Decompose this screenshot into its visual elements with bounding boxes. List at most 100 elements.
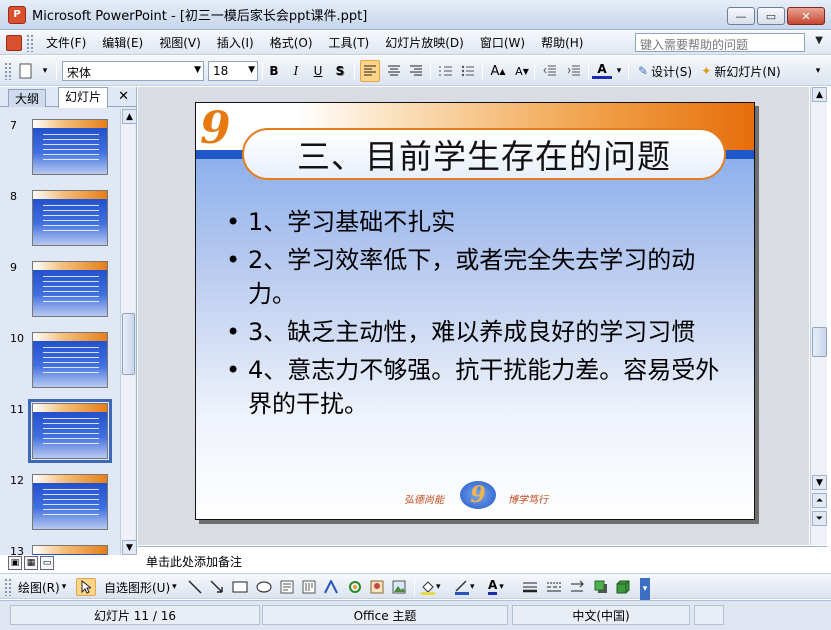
slide-thumbnail-row[interactable]: 7 (0, 117, 120, 177)
scrollbar-thumb[interactable] (122, 313, 135, 375)
insert-picture-icon[interactable] (392, 580, 406, 594)
chevron-down-icon[interactable]: ▾ (614, 60, 624, 82)
autoshapes-menu-button[interactable]: 自选图形(U) ▾ (104, 578, 177, 596)
slide-sorter-view-icon[interactable]: ▦ (24, 556, 38, 570)
bullet-list-icon[interactable] (458, 60, 478, 82)
increase-font-size-icon[interactable]: A ▲ (488, 60, 508, 82)
font-size-select[interactable]: 18 ▼ (208, 61, 258, 81)
textbox-tool-icon[interactable] (280, 580, 294, 594)
toolbar-options-icon[interactable]: ▾ (812, 60, 824, 82)
close-icon[interactable]: ✕ (118, 89, 129, 104)
document-icon[interactable] (6, 34, 22, 51)
slideshow-view-icon[interactable]: ▭ (40, 556, 54, 570)
scroll-down-icon[interactable]: ▼ (122, 540, 137, 555)
powerpoint-app-icon[interactable]: P (8, 5, 26, 24)
new-document-icon[interactable] (16, 60, 36, 82)
menu-format[interactable]: 格式(O) (262, 34, 321, 51)
menu-file[interactable]: 文件(F) (38, 34, 94, 51)
chevron-down-icon: ▼ (194, 65, 201, 75)
thumbnail-scrollbar[interactable]: ▲ ▼ (120, 109, 137, 555)
tab-outline[interactable]: 大纲 (8, 89, 47, 107)
font-name-select[interactable]: 宋体 ▼ (62, 61, 204, 81)
slide-thumbnail-row[interactable]: 13 (0, 543, 120, 555)
line-tool-icon[interactable] (188, 580, 202, 594)
slide-thumbnail[interactable] (32, 545, 108, 555)
notes-pane[interactable]: 单击此处添加备注 (138, 546, 827, 572)
help-search-input[interactable]: 键入需要帮助的问题 (635, 33, 805, 52)
shadow-style-icon[interactable] (594, 580, 608, 594)
new-slide-button[interactable]: ✦ 新幻灯片(N) (698, 60, 784, 82)
toolbar-grip[interactable] (4, 578, 12, 596)
oval-tool-icon[interactable] (256, 580, 272, 594)
line-style-icon[interactable] (522, 580, 538, 594)
rectangle-tool-icon[interactable] (232, 580, 248, 594)
diagram-icon[interactable] (348, 580, 362, 594)
scroll-up-icon[interactable]: ▲ (122, 109, 137, 124)
vertical-textbox-icon[interactable] (302, 580, 316, 594)
toolbar-grip[interactable] (26, 33, 34, 52)
numbered-list-icon[interactable] (436, 60, 456, 82)
clipart-icon[interactable] (370, 580, 384, 594)
slide-thumbnail[interactable] (32, 332, 108, 388)
minimize-button[interactable]: — (727, 7, 755, 25)
slide-thumbnail-row[interactable]: 9 (0, 259, 120, 319)
menu-window[interactable]: 窗口(W) (472, 34, 533, 51)
dash-style-icon[interactable] (546, 580, 562, 594)
select-pointer-icon[interactable] (76, 578, 96, 596)
close-button[interactable]: ✕ (787, 7, 825, 25)
normal-view-icon[interactable]: ▣ (8, 556, 22, 570)
bold-button[interactable]: B (264, 60, 284, 82)
text-color-icon[interactable]: A ▾ (488, 578, 504, 596)
italic-button[interactable]: I (286, 60, 306, 82)
draw-menu-button[interactable]: 绘图(R) ▾ (18, 578, 66, 596)
slide-thumbnail-row[interactable]: 8 (0, 188, 120, 248)
previous-slide-icon[interactable]: ⏶ (812, 493, 827, 508)
slide-thumbnail-selected[interactable] (28, 399, 112, 463)
slide-number: 8 (10, 190, 17, 203)
increase-indent-icon[interactable] (564, 60, 584, 82)
menu-view[interactable]: 视图(V) (151, 34, 209, 51)
menu-edit[interactable]: 编辑(E) (94, 34, 151, 51)
toolbar-options-icon[interactable]: ▾ (640, 578, 650, 600)
design-button[interactable]: ✎ 设计(S) (634, 60, 696, 82)
toolbar-options-icon[interactable]: ▾ (38, 60, 52, 82)
decrease-font-size-icon[interactable]: A ▼ (512, 60, 532, 82)
decrease-indent-icon[interactable] (540, 60, 560, 82)
slide-thumbnail-row[interactable]: 12 (0, 472, 120, 532)
menu-insert[interactable]: 插入(I) (209, 34, 262, 51)
slide-thumbnail[interactable] (32, 119, 108, 175)
slide-thumbnail[interactable] (32, 190, 108, 246)
menu-tools[interactable]: 工具(T) (321, 34, 378, 51)
slide-thumbnail[interactable] (32, 261, 108, 317)
arrow-tool-icon[interactable] (210, 580, 224, 594)
underline-button[interactable]: U (308, 60, 328, 82)
align-left-icon[interactable] (360, 60, 380, 82)
align-right-icon[interactable] (406, 60, 426, 82)
menu-slideshow[interactable]: 幻灯片放映(D) (377, 34, 472, 51)
font-color-icon[interactable]: A (592, 61, 612, 79)
3d-style-icon[interactable] (616, 580, 630, 594)
menu-help[interactable]: 帮助(H) (533, 34, 591, 51)
fill-color-icon[interactable]: ▾ (420, 578, 441, 596)
scroll-up-icon[interactable]: ▲ (812, 87, 827, 102)
slide-thumbnail-row[interactable]: 10 (0, 330, 120, 390)
restore-button[interactable]: ▭ (757, 7, 785, 25)
wordart-icon[interactable] (324, 580, 340, 594)
slide-scrollbar[interactable]: ▲ ▼ ⏶ ⏷ (810, 87, 827, 545)
line-color-icon[interactable]: ▾ (454, 578, 475, 596)
scroll-down-icon[interactable]: ▼ (812, 475, 827, 490)
slide-thumbnail[interactable] (32, 474, 108, 530)
current-slide[interactable]: 9 三、目前学生存在的问题 • 1、学习基础不扎实 • 2、学习效率低下，或者完全失… (195, 102, 755, 520)
arrow-style-icon[interactable] (570, 580, 586, 594)
align-center-icon[interactable] (384, 60, 404, 82)
tab-slides[interactable]: 幻灯片 (58, 87, 109, 108)
toolbar-grip[interactable] (4, 62, 12, 80)
help-dropdown-icon[interactable]: ▼ (815, 35, 823, 46)
next-slide-icon[interactable]: ⏷ (812, 511, 827, 526)
slide-thumbnail-row-selected[interactable]: 11 (0, 399, 120, 463)
shadow-button[interactable]: S (330, 60, 350, 82)
slide-body[interactable]: • 1、学习基础不扎实 • 2、学习效率低下，或者完全失去学习的动力。 • 3、缺乏主… (226, 205, 726, 425)
scrollbar-thumb[interactable] (812, 327, 827, 357)
status-empty-cell (694, 605, 724, 625)
slide-title-box[interactable]: 三、目前学生存在的问题 (242, 128, 726, 180)
